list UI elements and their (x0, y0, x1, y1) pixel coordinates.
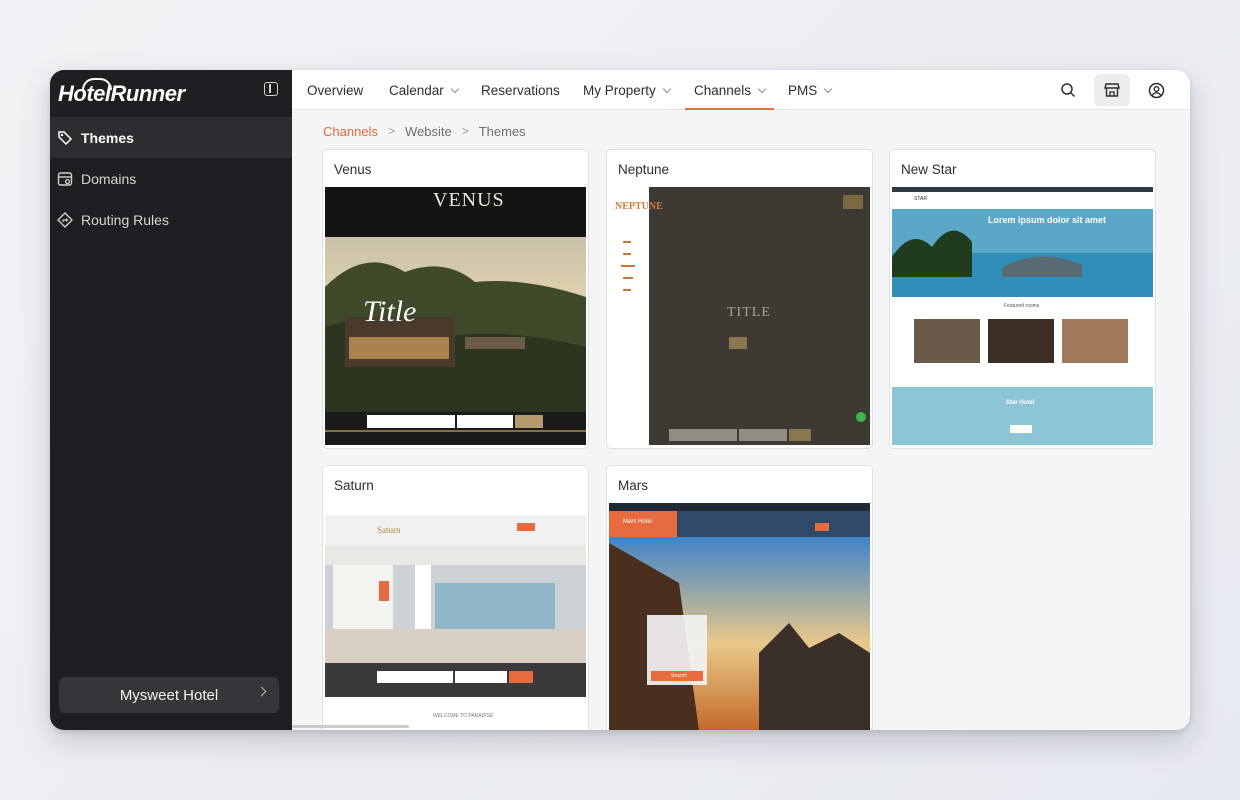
tab-label: Calendar (389, 82, 444, 98)
preview-logo: VENUS (433, 189, 505, 211)
sidebar-item-label: Domains (81, 170, 137, 187)
sidebar-collapse-icon[interactable] (264, 82, 278, 96)
theme-card-saturn[interactable]: Saturn Saturn WELCOME TO PARADISE (322, 465, 589, 730)
sidebar-item-label: Themes (81, 129, 134, 146)
hotel-switcher-button[interactable]: Mysweet Hotel (59, 677, 279, 713)
sidebar-item-domains[interactable]: Domains (50, 158, 292, 199)
domains-icon (56, 170, 74, 188)
tab-pms[interactable]: PMS (788, 70, 833, 110)
store-button[interactable] (1094, 74, 1130, 106)
tab-label: Overview (307, 82, 364, 98)
theme-name: Venus (334, 162, 372, 177)
tab-label: Channels (694, 82, 752, 98)
theme-card-new-star[interactable]: New Star STAR Lorem ipsum dolor sit amet… (889, 149, 1156, 449)
preview-heading: Lorem ipsum dolor sit amet (988, 215, 1107, 225)
tab-label: Reservations (481, 82, 560, 98)
theme-name: Saturn (334, 478, 374, 493)
hotelrunner-logo[interactable]: HotelRunner (58, 76, 185, 112)
chevron-right-icon (256, 686, 267, 697)
routing-icon (56, 211, 74, 229)
preview-section: Featured rooms (1004, 303, 1040, 309)
preview-logo: NEPTUNE (615, 201, 663, 212)
theme-name: New Star (901, 162, 957, 177)
tab-label: PMS (788, 82, 818, 98)
theme-card-venus[interactable]: Venus VENUS Title (322, 149, 589, 449)
chevron-down-icon (757, 84, 767, 93)
breadcrumb-website[interactable]: Website (405, 124, 452, 139)
search-button[interactable] (1050, 74, 1086, 106)
app-window: HotelRunner Themes Domains Routing Rules… (50, 70, 1190, 730)
breadcrumb-separator-icon: > (387, 124, 395, 138)
account-button[interactable] (1138, 74, 1174, 106)
sidebar-item-routing-rules[interactable]: Routing Rules (50, 199, 292, 240)
themes-icon (56, 129, 74, 147)
sidebar-item-themes[interactable]: Themes (50, 117, 292, 158)
theme-preview-neptune[interactable]: NEPTUNE TITLE (609, 187, 870, 445)
chevron-down-icon (662, 84, 672, 93)
theme-card-neptune[interactable]: Neptune NEPTUNE TITLE (606, 149, 873, 449)
store-icon (1104, 83, 1120, 97)
chevron-down-icon (824, 84, 833, 93)
breadcrumb-separator-icon: > (461, 124, 469, 138)
preview-footer-title: Star Hotel (1006, 400, 1035, 406)
logo-cloud-icon (82, 78, 112, 90)
breadcrumb: Channels > Website > Themes (323, 123, 526, 139)
sidebar-item-label: Routing Rules (81, 211, 169, 228)
tab-calendar[interactable]: Calendar (389, 70, 460, 110)
theme-name: Mars (618, 478, 648, 493)
search-icon (1061, 83, 1076, 98)
preview-logo: Saturn (377, 525, 401, 535)
theme-name: Neptune (618, 162, 670, 177)
preview-logo: Mars Hotel (623, 519, 653, 525)
tab-reservations[interactable]: Reservations (481, 70, 560, 110)
theme-card-mars[interactable]: Mars Mars Hotel Search (606, 465, 873, 730)
breadcrumb-themes: Themes (478, 123, 526, 139)
tab-label: My Property (583, 82, 656, 98)
sidebar: HotelRunner Themes Domains Routing Rules… (50, 70, 292, 730)
logo-text: HotelRunner (58, 81, 185, 106)
theme-preview-saturn[interactable]: Saturn WELCOME TO PARADISE (325, 503, 586, 730)
hotel-name: Mysweet Hotel (119, 686, 219, 704)
tab-my-property[interactable]: My Property (583, 70, 672, 110)
horizontal-scrollbar[interactable] (292, 725, 409, 728)
theme-preview-mars[interactable]: Mars Hotel Search (609, 503, 870, 730)
breadcrumb-channels[interactable]: Channels (323, 124, 378, 139)
preview-title: TITLE (727, 305, 771, 320)
chevron-down-icon (450, 84, 460, 93)
tab-overview[interactable]: Overview (307, 70, 363, 110)
preview-title: Title (363, 295, 417, 328)
preview-button: Search (671, 673, 687, 679)
theme-preview-venus[interactable]: VENUS Title (325, 187, 586, 445)
preview-logo: STAR (914, 196, 927, 202)
top-navigation: Overview Calendar Reservations My Proper… (292, 70, 1190, 110)
tab-channels[interactable]: Channels (684, 70, 775, 110)
preview-footer: WELCOME TO PARADISE (433, 713, 494, 719)
user-icon (1148, 82, 1164, 98)
theme-preview-new-star[interactable]: STAR Lorem ipsum dolor sit amet Featured… (892, 187, 1153, 445)
